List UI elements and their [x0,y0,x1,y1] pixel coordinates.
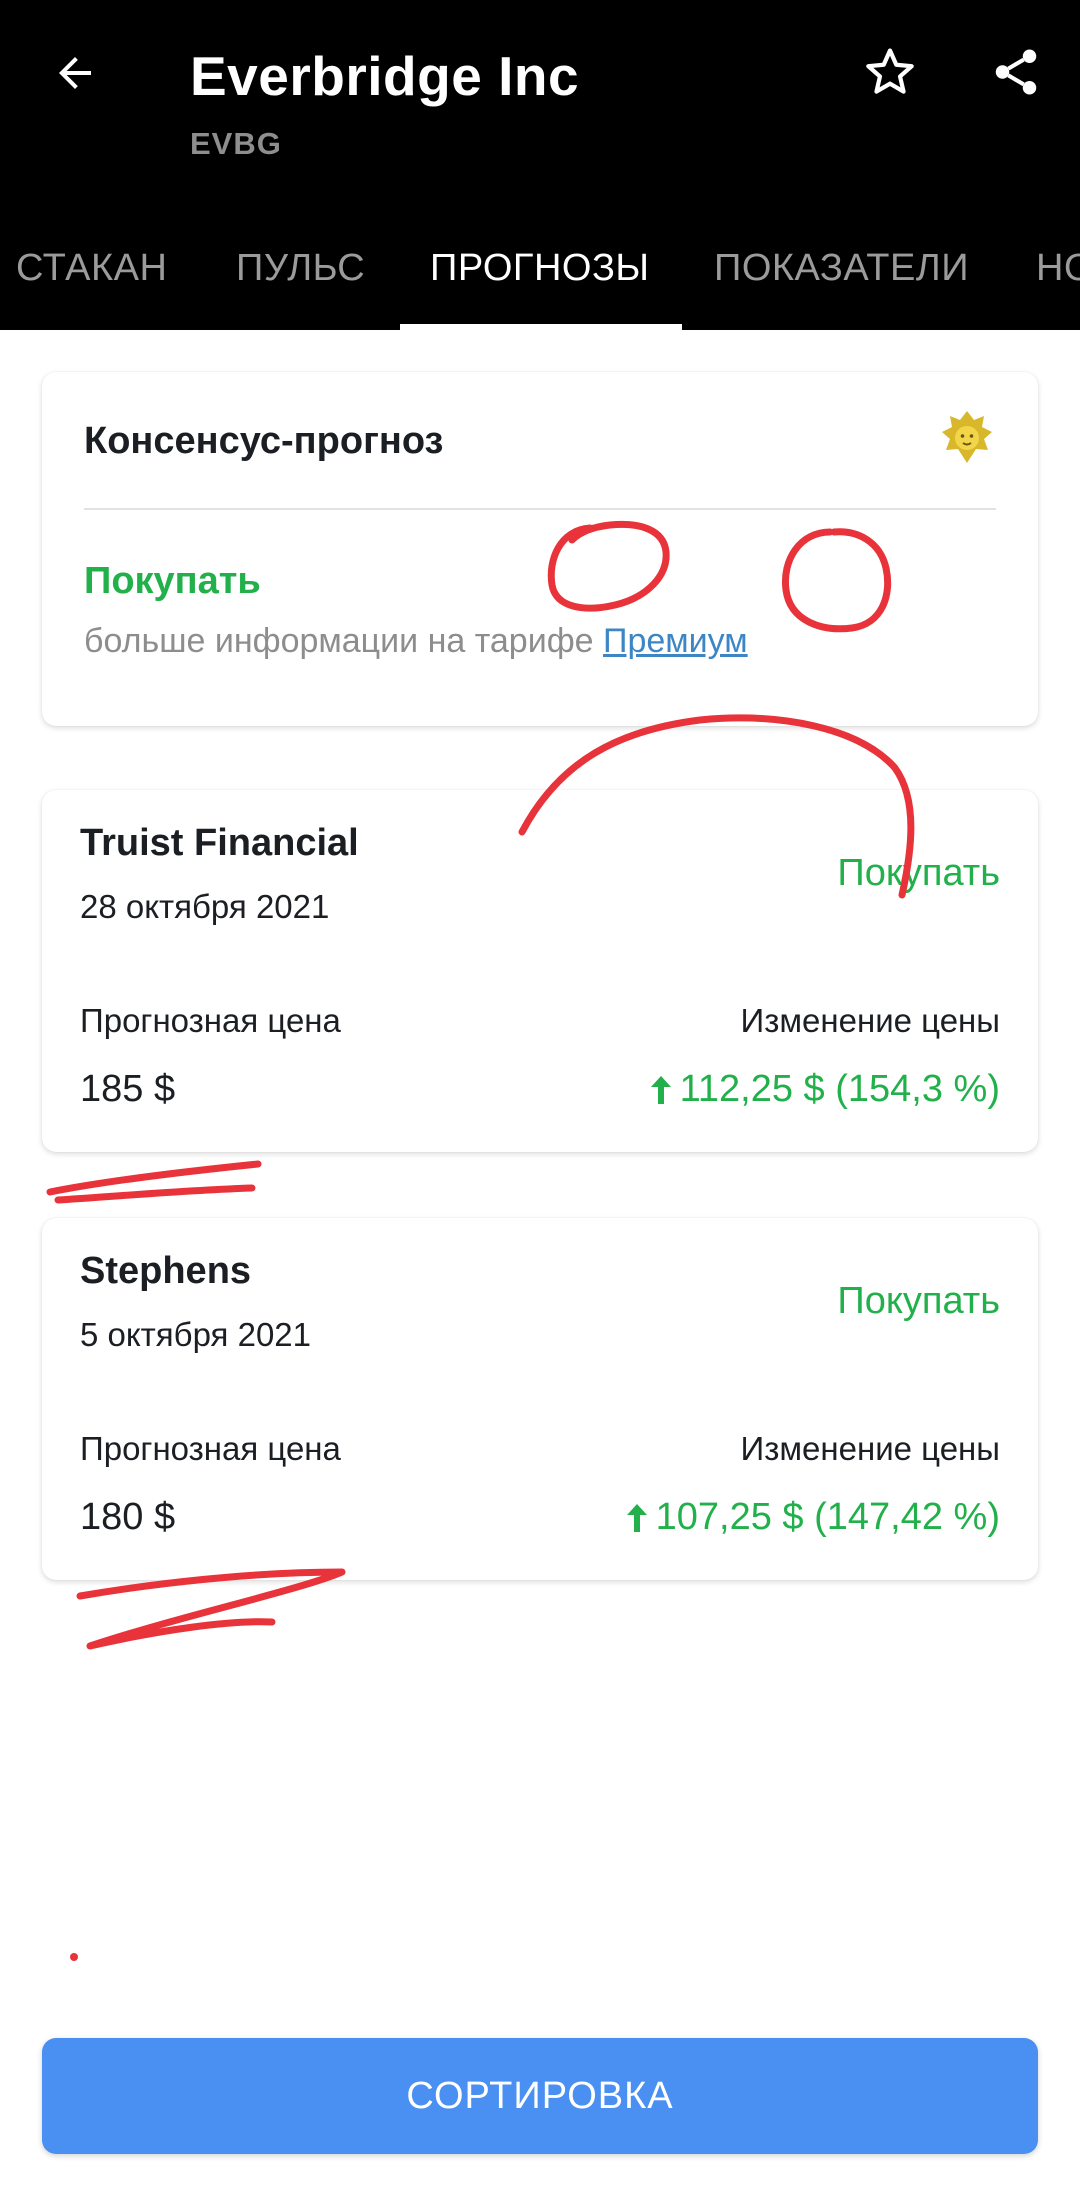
forecast-card[interactable]: Truist Financial 28 октября 2021 Покупат… [42,790,1038,1152]
target-price-label: Прогнозная цена [80,1002,341,1039]
broker-name: Stephens [80,1250,252,1292]
target-price-label: Прогнозная цена [80,1430,341,1467]
ticker-symbol: EVBG [190,126,282,161]
annotation-underline [46,1160,262,1196]
broker-name: Truist Financial [80,822,359,864]
tab-prognozy[interactable]: ПРОГНОЗЫ [430,230,650,330]
tab-pokazateli[interactable]: ПОКАЗАТЕЛИ [714,230,969,330]
divider [84,508,996,510]
premium-info: больше информации на тарифе Премиум [84,622,748,661]
broker-recommendation: Покупать [837,1280,1000,1322]
active-tab-indicator [400,324,682,330]
annotation-dot [70,1953,78,1961]
price-change: 107,25 $ (147,42 %) [624,1496,1000,1539]
consensus-card: Консенсус-прогноз Покупать больше информ… [42,372,1038,726]
forecast-card[interactable]: Stephens 5 октября 2021 Покупать Прогноз… [42,1218,1038,1580]
arrow-up-icon [626,1503,647,1532]
consensus-title: Консенсус-прогноз [84,420,444,462]
annotation-underline [54,1184,256,1204]
premium-link[interactable]: Премиум [603,622,748,660]
share-button[interactable] [984,40,1048,104]
price-change: 112,25 $ (154,3 %) [648,1068,1000,1111]
forecast-date: 28 октября 2021 [80,888,330,925]
sort-button[interactable]: СОРТИРОВКА [42,2038,1038,2154]
premium-info-text: больше информации на тарифе [84,622,604,660]
forecast-date: 5 октября 2021 [80,1316,311,1353]
tab-puls[interactable]: ПУЛЬС [236,230,365,330]
annotation-underline [76,1568,346,1650]
favorite-button[interactable] [858,40,922,104]
price-change-label: Изменение цены [740,1430,1000,1467]
premium-lion-icon [942,411,992,463]
app-header: Everbridge Inc EVBG СТАКАН ПУЛЬС ПРОГНОЗ… [0,0,1080,330]
arrow-up-icon [650,1075,671,1104]
price-change-value: 107,25 $ (147,42 %) [655,1496,1000,1538]
target-price: 185 $ [80,1068,176,1110]
tab-bar: СТАКАН ПУЛЬС ПРОГНОЗЫ ПОКАЗАТЕЛИ НО [0,230,1080,330]
back-button[interactable] [40,38,110,108]
consensus-recommendation: Покупать [84,560,261,602]
price-change-value: 112,25 $ (154,3 %) [679,1068,1000,1110]
target-price: 180 $ [80,1496,176,1538]
arrow-left-icon [59,57,91,89]
share-icon [995,49,1037,95]
page-title: Everbridge Inc [190,45,580,107]
price-change-label: Изменение цены [740,1002,1000,1039]
star-outline-icon [866,48,914,94]
tab-stakan[interactable]: СТАКАН [16,230,167,330]
tab-more[interactable]: НО [1036,230,1080,330]
broker-recommendation: Покупать [837,852,1000,894]
